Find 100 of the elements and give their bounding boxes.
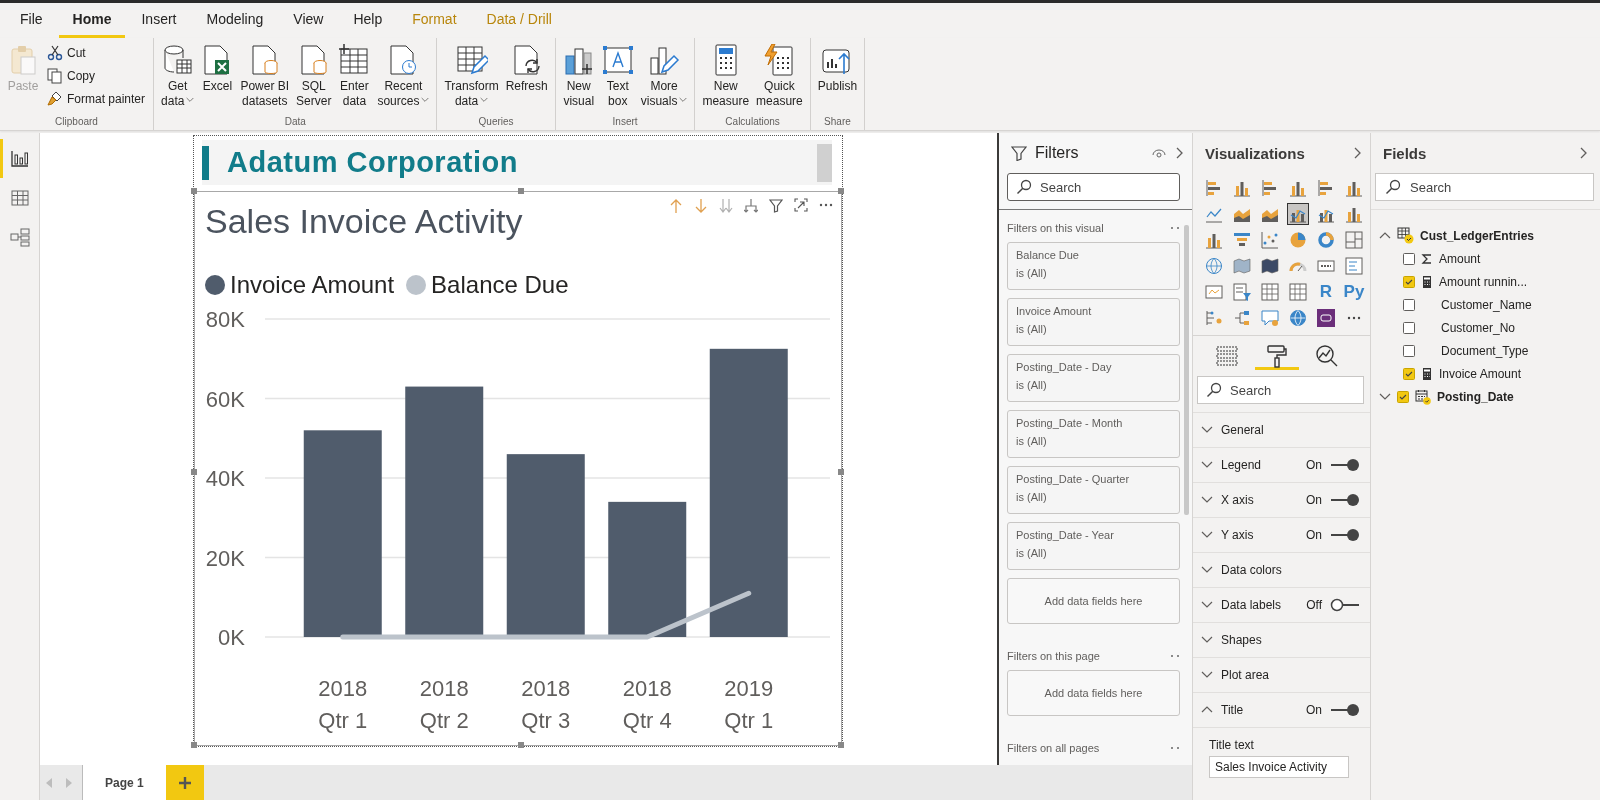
table-name[interactable]: Cust_LedgerEntries <box>1420 228 1535 243</box>
filter-card[interactable]: Posting_Date - Month is (All) <box>1007 410 1180 458</box>
ribbon-button[interactable]: New measure <box>699 42 753 111</box>
checkbox[interactable] <box>1403 298 1415 311</box>
chevron-right-icon[interactable] <box>1174 147 1184 159</box>
ribbon-button[interactable]: Excel <box>198 42 237 96</box>
kpi-icon[interactable] <box>1205 283 1223 301</box>
filter-icon[interactable] <box>769 198 783 213</box>
custom-visual-icon[interactable] <box>1317 309 1335 327</box>
resize-handle[interactable] <box>518 742 524 748</box>
chart-bar[interactable] <box>709 348 788 637</box>
checkbox[interactable] <box>1403 321 1415 334</box>
ribbon-button[interactable]: Recent sources <box>374 42 433 111</box>
scatter-chart-icon[interactable] <box>1261 231 1279 249</box>
filter-card[interactable]: Posting_Date - Year is (All) <box>1007 522 1180 570</box>
treemap-icon[interactable] <box>1345 231 1363 249</box>
checkbox[interactable] <box>1397 390 1409 403</box>
filter-card[interactable]: Balance Due is (All) <box>1007 242 1180 290</box>
ribbon-button[interactable]: Enter data <box>335 42 374 111</box>
menu-tab[interactable]: Insert <box>127 3 191 38</box>
ribbon-button[interactable]: More visuals <box>637 42 691 111</box>
slicer-icon[interactable] <box>1233 283 1251 301</box>
hierarchy-icon[interactable] <box>744 198 758 213</box>
ribbon-button[interactable]: Refresh <box>502 42 551 96</box>
drill-down-icon[interactable] <box>694 198 708 213</box>
column-chart-icon[interactable] <box>1345 205 1363 223</box>
checkbox[interactable] <box>1403 252 1415 265</box>
chart-bar[interactable] <box>506 454 585 637</box>
chart-visual[interactable]: Sales Invoice Activity Invoice Amount Balance Due 80K 60K 40K 20K 0K 2018 Qtr 1 2018 Qtr 2 2018 Qtr 3 2018 Qtr 4 2019 Qtr 1 <box>194 191 842 746</box>
field-name[interactable]: Posting_Date <box>1437 389 1514 404</box>
toggle-switch[interactable] <box>1330 458 1360 472</box>
tree-icon[interactable] <box>1233 309 1251 327</box>
resize-handle[interactable] <box>518 188 524 194</box>
format-section[interactable]: Y axis On <box>1193 518 1370 553</box>
pane-tab[interactable] <box>1255 344 1299 370</box>
filter-card[interactable]: Posting_Date - Quarter is (All) <box>1007 466 1180 514</box>
ribbon-button[interactable]: Cut <box>43 42 150 63</box>
field-name[interactable]: Customer_No <box>1441 320 1516 335</box>
ribbon-button[interactable]: Publish <box>814 42 861 96</box>
format-section[interactable]: Title On <box>1193 693 1370 728</box>
chart-bar[interactable] <box>303 430 382 637</box>
focus-mode-icon[interactable] <box>794 198 808 213</box>
field-name[interactable]: Amount runnin... <box>1439 274 1528 289</box>
drop-zone[interactable]: Add data fields here <box>1007 578 1180 624</box>
resize-handle[interactable] <box>191 468 197 475</box>
card-icon[interactable] <box>1317 257 1335 275</box>
chevron-right-icon[interactable] <box>1578 147 1588 159</box>
field-name[interactable]: Customer_Name <box>1441 297 1532 312</box>
column-chart-icon[interactable] <box>1205 231 1223 249</box>
toggle-switch[interactable] <box>1330 528 1360 542</box>
table-icon[interactable] <box>1261 283 1279 301</box>
ribbon-button[interactable]: Transform data <box>441 42 502 111</box>
search-field[interactable]: Search <box>1375 173 1594 201</box>
field-name[interactable]: Invoice Amount <box>1439 366 1522 381</box>
toggle-switch[interactable] <box>1330 598 1360 612</box>
chart-bar[interactable] <box>405 386 484 637</box>
scrollbar[interactable] <box>1184 225 1189 515</box>
filter-card[interactable]: Posting_Date - Day is (All) <box>1007 354 1180 402</box>
checkbox[interactable] <box>1403 275 1415 288</box>
menu-tab[interactable]: Modeling <box>192 3 278 38</box>
resize-handle[interactable] <box>838 188 844 194</box>
bar-chart-icon[interactable] <box>1261 179 1279 197</box>
table-icon[interactable] <box>1289 283 1307 301</box>
search-field[interactable]: Search <box>1007 173 1180 201</box>
resize-handle[interactable] <box>191 188 197 194</box>
ribbon-button[interactable]: Get data <box>158 42 198 111</box>
search-field[interactable]: Search <box>1197 376 1364 404</box>
ribbon-button[interactable]: Quick measure <box>753 42 806 111</box>
funnel-icon[interactable] <box>1233 231 1251 249</box>
map-icon[interactable] <box>1261 257 1279 275</box>
column-chart-icon[interactable] <box>1233 179 1251 197</box>
ribbon-button[interactable]: Text box <box>598 42 637 111</box>
speech-bubble-icon[interactable] <box>1261 309 1279 327</box>
checkbox[interactable] <box>1403 367 1415 380</box>
checkbox[interactable] <box>1403 344 1415 357</box>
chart-bar[interactable] <box>608 501 687 637</box>
title-text-field[interactable]: Sales Invoice Activity <box>1209 756 1349 778</box>
bar-chart-icon[interactable] <box>1205 179 1223 197</box>
eye-icon[interactable] <box>1152 148 1166 158</box>
menu-tab[interactable]: Help <box>339 3 397 38</box>
drop-zone[interactable]: Add data fields here <box>1007 670 1180 716</box>
globe-icon[interactable] <box>1289 309 1307 327</box>
ribbon-button[interactable]: SQL Server <box>293 42 335 111</box>
scrollbar[interactable] <box>817 143 832 182</box>
format-section[interactable]: X axis On <box>1193 483 1370 518</box>
toggle-switch[interactable] <box>1330 493 1360 507</box>
toggle-switch[interactable] <box>1330 703 1360 717</box>
list-card-icon[interactable] <box>1345 257 1363 275</box>
field-name[interactable]: Amount <box>1439 251 1481 266</box>
ribbon-button[interactable]: New visual <box>559 42 598 111</box>
format-section[interactable]: Legend On <box>1193 448 1370 483</box>
resize-handle[interactable] <box>838 468 844 475</box>
influencers-icon[interactable] <box>1205 309 1223 327</box>
menu-tab[interactable]: View <box>279 3 338 38</box>
resize-handle[interactable] <box>191 742 197 748</box>
ribbon-button[interactable]: Power BI datasets <box>237 42 293 111</box>
pie-chart-icon[interactable] <box>1289 231 1307 249</box>
column-chart-icon[interactable] <box>1345 179 1363 197</box>
bar-chart-icon[interactable] <box>1317 179 1335 197</box>
globe-icon[interactable] <box>1205 257 1223 275</box>
